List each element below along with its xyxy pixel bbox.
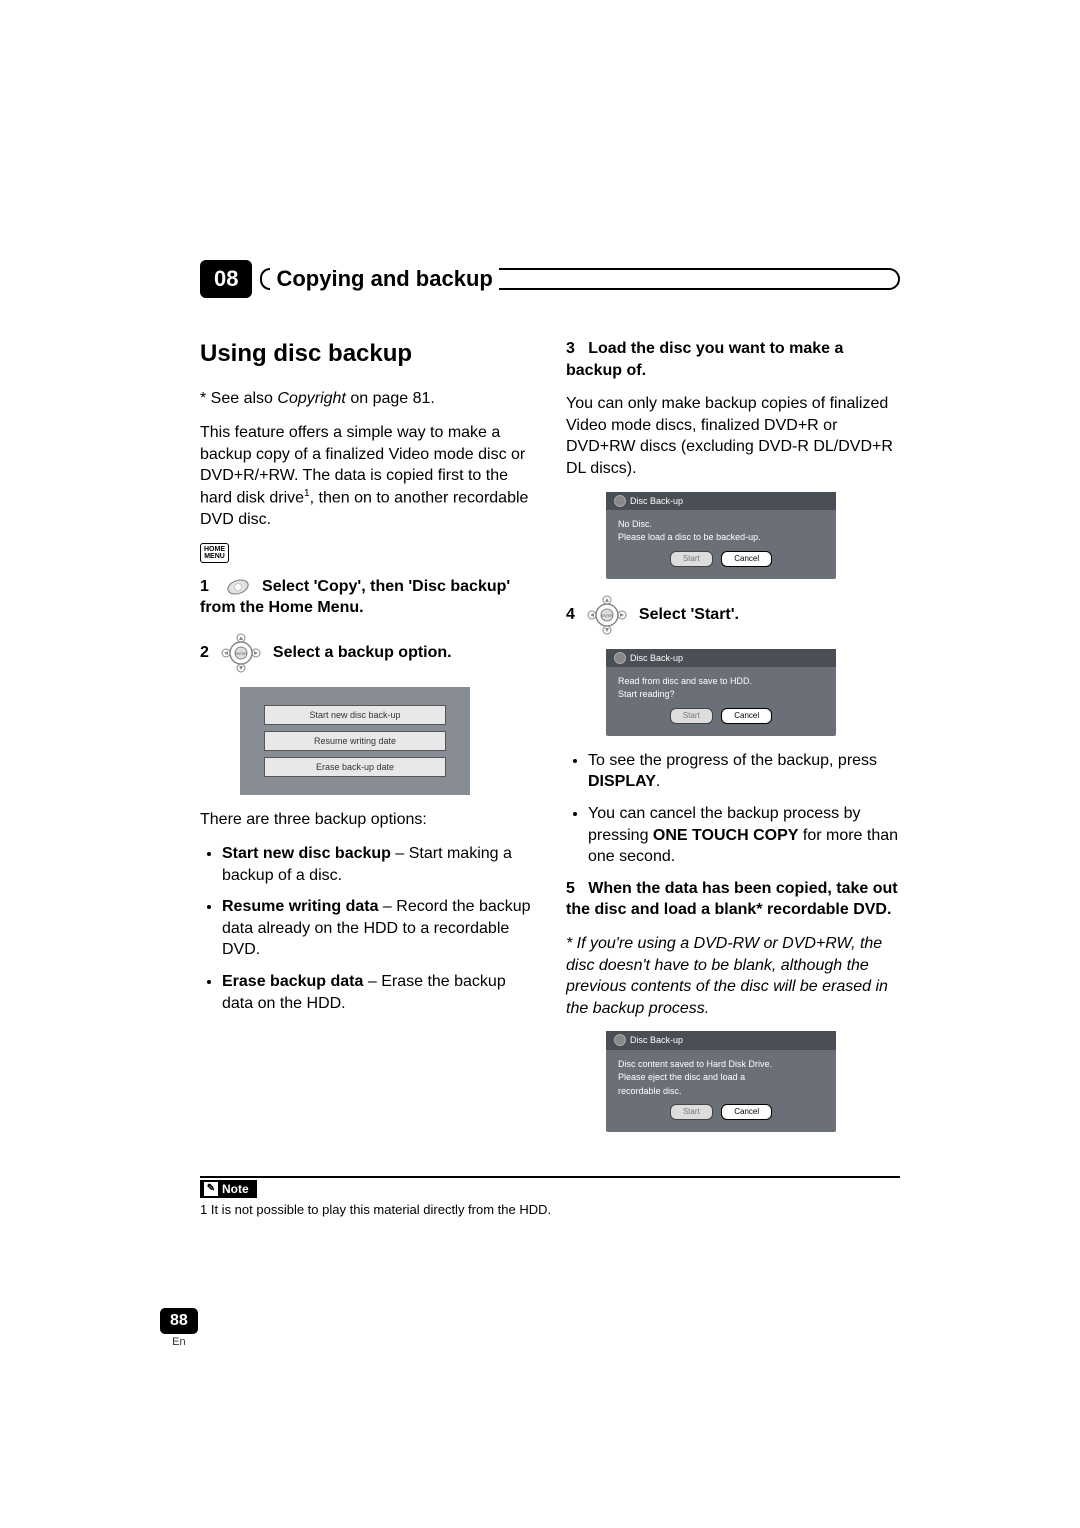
dialog-saved: Disc Back-up Disc content saved to Hard …: [606, 1031, 836, 1132]
option-start-new: Start new disc backup – Start making a b…: [222, 843, 534, 886]
dialog-no-disc-line1: No Disc.: [618, 518, 824, 532]
option-erase-label: Erase backup data: [222, 973, 363, 990]
dialog-no-disc: Disc Back-up No Disc. Please load a disc…: [606, 492, 836, 579]
svg-text:ENTER: ENTER: [235, 652, 247, 656]
menu-item-resume: Resume writing date: [264, 731, 446, 751]
option-resume-label: Resume writing data: [222, 898, 378, 915]
dialog-saved-cancel-button: Cancel: [721, 1104, 772, 1120]
dialog-read-disc-title: Disc Back-up: [606, 649, 836, 667]
options-list: Start new disc backup – Start making a b…: [200, 843, 534, 1014]
menu-item-erase: Erase back-up date: [264, 757, 446, 777]
dialog-saved-line3: recordable disc.: [618, 1085, 824, 1099]
note-rule: [200, 1176, 900, 1178]
step-5-text: When the data has been copied, take out …: [566, 880, 898, 919]
enter-icon: ENTER: [585, 593, 629, 637]
page-number: 88: [160, 1308, 198, 1334]
chapter-title: Copying and backup: [276, 266, 492, 292]
option-resume: Resume writing data – Record the backup …: [222, 896, 534, 961]
step-3: 3 Load the disc you want to make a backu…: [566, 338, 900, 381]
footnote-1: 1 It is not possible to play this materi…: [200, 1202, 900, 1217]
note-display-c: .: [656, 773, 660, 790]
dialog-no-disc-start-button: Start: [670, 551, 713, 567]
step-2: 2 ENTER Se: [200, 631, 534, 675]
note-label: Note: [200, 1180, 257, 1198]
see-also-prefix: * See also: [200, 390, 277, 407]
step-1-number: 1: [200, 578, 209, 595]
chapter-header: 08 Copying and backup: [200, 260, 900, 298]
step-2-number: 2: [200, 642, 209, 664]
step-4-text: Select 'Start'.: [639, 604, 739, 626]
section-title: Using disc backup: [200, 338, 534, 370]
see-also-ref: Copyright: [277, 390, 345, 407]
step-3-text: Load the disc you want to make a backup …: [566, 340, 843, 379]
home-menu-icon: HOME MENU: [200, 543, 229, 563]
left-column: Using disc backup * See also Copyright o…: [200, 338, 534, 1146]
step-5-number: 5: [566, 880, 575, 897]
right-column: 3 Load the disc you want to make a backu…: [566, 338, 900, 1146]
note-cancel-key: ONE TOUCH COPY: [653, 827, 799, 844]
dialog-read-disc-line1: Read from disc and save to HDD.: [618, 675, 824, 689]
step-3-body: You can only make backup copies of final…: [566, 393, 900, 479]
see-also-suffix: on page 81.: [346, 390, 435, 407]
svg-text:ENTER: ENTER: [601, 614, 613, 618]
dialog-saved-line2: Please eject the disc and load a: [618, 1071, 824, 1085]
note-cancel: You can cancel the backup process by pre…: [588, 803, 900, 868]
step-2-text: Select a backup option.: [273, 642, 452, 664]
step-5-footnote: * If you're using a DVD-RW or DVD+RW, th…: [566, 933, 900, 1019]
dialog-no-disc-cancel-button: Cancel: [721, 551, 772, 567]
enter-icon: ENTER: [219, 631, 263, 675]
see-also-line: * See also Copyright on page 81.: [200, 388, 534, 410]
note-display-a: To see the progress of the backup, press: [588, 752, 877, 769]
dialog-read-disc-start-button: Start: [670, 708, 713, 724]
dialog-saved-start-button: Start: [670, 1104, 713, 1120]
menu-item-start-new: Start new disc back-up: [264, 705, 446, 725]
step-5: 5 When the data has been copied, take ou…: [566, 878, 900, 921]
dialog-read-disc-cancel-button: Cancel: [721, 708, 772, 724]
note-display: To see the progress of the backup, press…: [588, 750, 900, 793]
backup-options-menu: Start new disc back-up Resume writing da…: [240, 687, 470, 795]
note-display-key: DISPLAY: [588, 773, 656, 790]
step-4: 4 ENTER Se: [566, 593, 900, 637]
header-rule-right: [499, 268, 900, 290]
options-intro: There are three backup options:: [200, 809, 534, 831]
chapter-number: 08: [200, 260, 252, 298]
header-rule-left: [260, 268, 270, 290]
dialog-no-disc-title: Disc Back-up: [606, 492, 836, 510]
intro-paragraph: This feature offers a simple way to make…: [200, 422, 534, 530]
step-3-number: 3: [566, 340, 575, 357]
dialog-no-disc-line2: Please load a disc to be backed-up.: [618, 531, 824, 545]
page-footer: 88 En: [160, 1308, 198, 1348]
dialog-saved-title: Disc Back-up: [606, 1031, 836, 1049]
dialog-saved-line1: Disc content saved to Hard Disk Drive.: [618, 1058, 824, 1072]
step-4-notes: To see the progress of the backup, press…: [566, 750, 900, 868]
dialog-read-disc: Disc Back-up Read from disc and save to …: [606, 649, 836, 736]
dialog-read-disc-line2: Start reading?: [618, 688, 824, 702]
disc-icon: [225, 577, 250, 597]
step-4-number: 4: [566, 604, 575, 626]
option-erase: Erase backup data – Erase the backup dat…: [222, 971, 534, 1014]
step-1: 1 Select 'Copy', then 'Disc backup' from…: [200, 576, 534, 619]
option-start-new-label: Start new disc backup: [222, 845, 391, 862]
page-language: En: [160, 1336, 198, 1348]
